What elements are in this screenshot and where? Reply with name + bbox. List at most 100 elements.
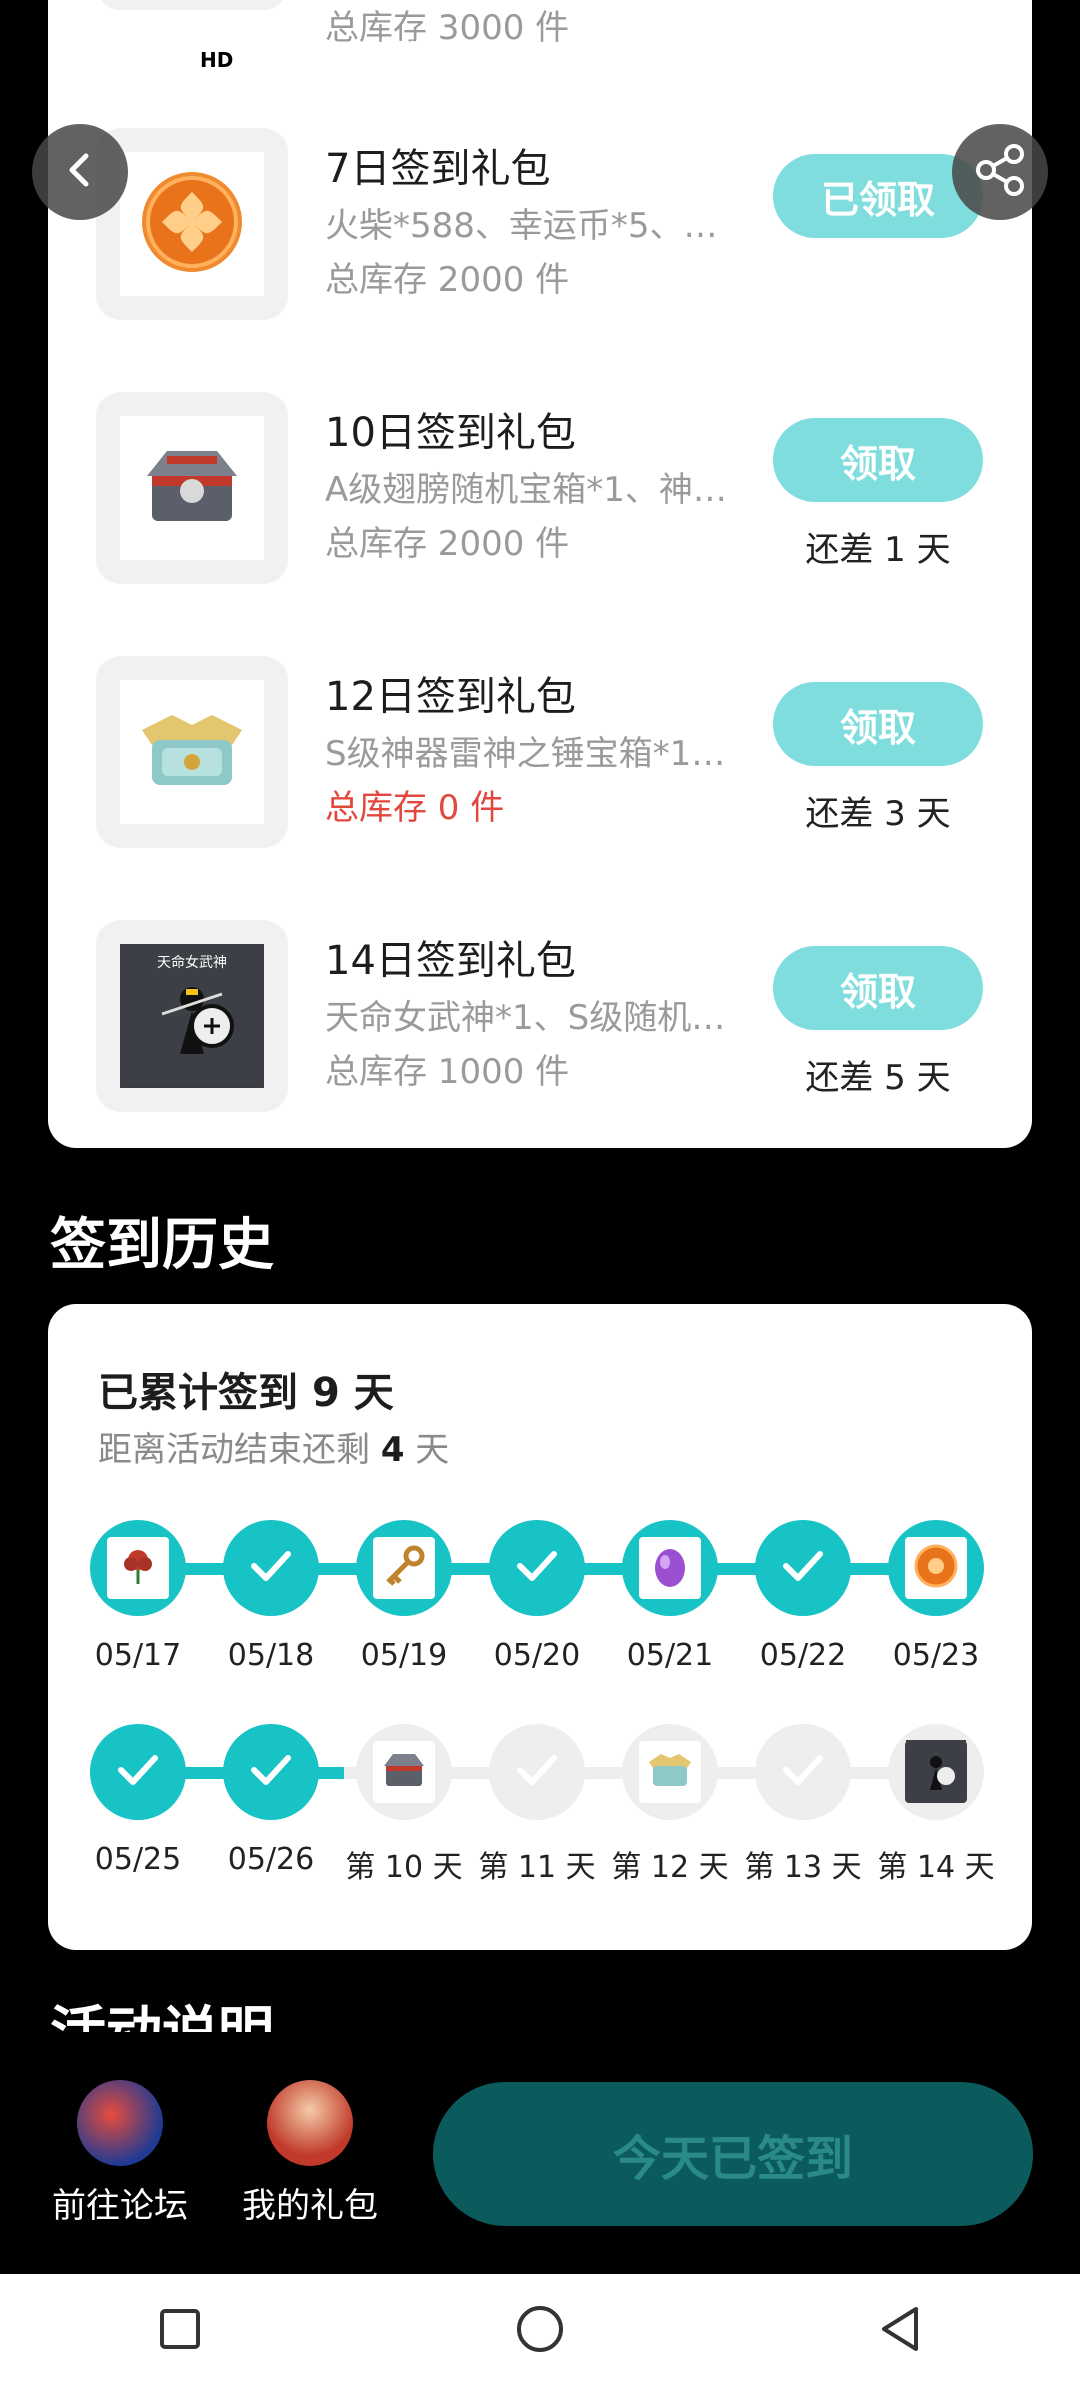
network-type: 5G xyxy=(249,49,275,71)
gift-thumbnail xyxy=(96,656,288,848)
history-date: 05/23 xyxy=(892,1638,980,1673)
history-node xyxy=(356,1724,452,1820)
history-date: 第 11 天 xyxy=(478,1850,596,1885)
valkyrie-card-text: 天命女武神 xyxy=(157,955,227,971)
system-navigation-bar xyxy=(0,2274,1080,2388)
history-section-title: 签到历史 xyxy=(50,1213,274,1278)
activity-remaining: 距离活动结束还剩 4 天 xyxy=(98,1430,450,1470)
history-node xyxy=(489,1520,585,1616)
carrier-name: 中国移动 xyxy=(56,43,185,81)
timeline-row-1: 05/17 05/18 05/19 05/20 05/21 05/22 05/2… xyxy=(48,1520,1032,1710)
history-node xyxy=(622,1724,718,1820)
gift-title: 7日签到礼包 xyxy=(325,146,551,192)
forum-avatar-icon xyxy=(77,2080,163,2166)
days-remaining: 还差 1 天 xyxy=(805,530,951,570)
cumulative-sign-in: 已累计签到 9 天 xyxy=(98,1370,394,1416)
check-icon xyxy=(115,1750,161,1794)
key-icon xyxy=(380,1544,428,1592)
history-node xyxy=(90,1520,186,1616)
history-date: 05/22 xyxy=(759,1638,847,1673)
history-date: 05/26 xyxy=(227,1842,315,1877)
golden-chest-icon xyxy=(132,700,252,804)
history-card: 已累计签到 9 天 距离活动结束还剩 4 天 05/17 05/18 05/19… xyxy=(48,1304,1032,1950)
gift-title: 14日签到礼包 xyxy=(325,938,576,984)
gift-description: 天命女武神*1、S级随机… xyxy=(325,998,726,1038)
square-icon xyxy=(156,2305,204,2357)
check-icon xyxy=(248,1546,294,1590)
history-node xyxy=(755,1724,851,1820)
history-node xyxy=(489,1724,585,1820)
claim-button[interactable]: 领取 xyxy=(773,682,983,766)
recents-button[interactable] xyxy=(120,2291,240,2371)
bluetooth-icon xyxy=(727,45,747,75)
back-button[interactable] xyxy=(32,124,128,220)
days-remaining: 还差 3 天 xyxy=(805,794,951,834)
triangle-back-icon xyxy=(876,2303,924,2359)
circle-icon xyxy=(514,2303,566,2359)
gift-item-14: 天命女武神 14日签到礼包 天命女武神*1、S级随机… 总库存 1000 件 领… xyxy=(48,920,1032,1120)
history-node xyxy=(888,1724,984,1820)
clock: 00:09 xyxy=(931,41,1024,79)
gift-list-card: 总库存 3000 件 7日签到礼包 火柴*588、幸运币*5、… 总库存 200… xyxy=(48,0,1032,1148)
gift-item-7: 7日签到礼包 火柴*588、幸运币*5、… 总库存 2000 件 已领取 xyxy=(48,128,1032,328)
claim-button[interactable]: 领取 xyxy=(773,418,983,502)
wifi-icon xyxy=(333,46,369,74)
check-icon xyxy=(780,1750,826,1794)
history-node xyxy=(356,1520,452,1616)
gift-avatar-icon xyxy=(267,2080,353,2166)
history-date: 第 10 天 xyxy=(345,1850,463,1885)
gift-description: S级神器雷神之锤宝箱*1… xyxy=(325,734,726,774)
history-node xyxy=(622,1520,718,1616)
signal-icon xyxy=(287,46,321,74)
orange-coin-icon xyxy=(912,1542,960,1594)
check-icon xyxy=(514,1750,560,1794)
history-date: 05/25 xyxy=(94,1842,182,1877)
flower-icon xyxy=(116,1544,160,1592)
share-icon xyxy=(972,142,1028,202)
gift-thumbnail xyxy=(96,392,288,584)
history-node xyxy=(888,1520,984,1616)
nav-back-button[interactable] xyxy=(840,2291,960,2371)
history-date: 05/20 xyxy=(493,1638,581,1673)
check-icon xyxy=(780,1546,826,1590)
gift-stock: 总库存 2000 件 xyxy=(325,524,570,564)
hd-badge: HD xyxy=(196,48,238,72)
my-gifts-button[interactable]: 我的礼包 xyxy=(230,2080,390,2227)
timeline-row-2: 05/25 05/26 第 10 天 第 11 天 第 12 天 第 13 天 … xyxy=(48,1724,1032,1914)
gift-item-10: 10日签到礼包 A级翅膀随机宝箱*1、神… 总库存 2000 件 领取 还差 1… xyxy=(48,392,1032,592)
history-node xyxy=(223,1520,319,1616)
treasure-chest-icon xyxy=(137,436,247,540)
gift-description: 火柴*588、幸运币*5、… xyxy=(325,206,718,246)
check-icon xyxy=(248,1750,294,1794)
chevron-left-icon xyxy=(60,150,100,194)
gift-title: 10日签到礼包 xyxy=(325,410,576,456)
history-node xyxy=(755,1520,851,1616)
history-date: 第 14 天 xyxy=(877,1850,995,1885)
history-date: 第 13 天 xyxy=(744,1850,862,1885)
home-button[interactable] xyxy=(480,2291,600,2371)
gift-description: A级翅膀随机宝箱*1、神… xyxy=(325,470,727,510)
claim-button[interactable]: 领取 xyxy=(773,946,983,1030)
signed-today-button[interactable]: 今天已签到 xyxy=(433,2082,1033,2226)
gift-item-12: 12日签到礼包 S级神器雷神之锤宝箱*1… 总库存 0 件 领取 还差 3 天 xyxy=(48,656,1032,856)
status-bar: 中国移动 HD 5G 499 K/s 76% 00:09 xyxy=(0,0,1080,120)
gift-stock: 总库存 1000 件 xyxy=(325,1052,570,1092)
history-date: 05/17 xyxy=(94,1638,182,1673)
history-date: 05/18 xyxy=(227,1638,315,1673)
history-date: 第 12 天 xyxy=(611,1850,729,1885)
history-node xyxy=(90,1724,186,1820)
bottom-action-bar: 前往论坛 我的礼包 今天已签到 xyxy=(0,2034,1080,2274)
valkyrie-card-icon xyxy=(906,1740,966,1804)
gift-stock: 总库存 0 件 xyxy=(325,788,505,828)
battery-percent: 76% xyxy=(786,41,858,79)
history-date: 05/19 xyxy=(360,1638,448,1673)
history-node xyxy=(223,1724,319,1820)
share-button[interactable] xyxy=(952,124,1048,220)
gift-thumbnail: 天命女武神 xyxy=(96,920,288,1112)
treasure-chest-icon xyxy=(380,1748,428,1796)
days-remaining: 还差 5 天 xyxy=(805,1058,951,1098)
network-speed: 499 K/s xyxy=(380,37,419,83)
golden-chest-icon xyxy=(645,1748,695,1796)
go-to-forum-button[interactable]: 前往论坛 xyxy=(40,2080,200,2227)
check-icon xyxy=(514,1546,560,1590)
